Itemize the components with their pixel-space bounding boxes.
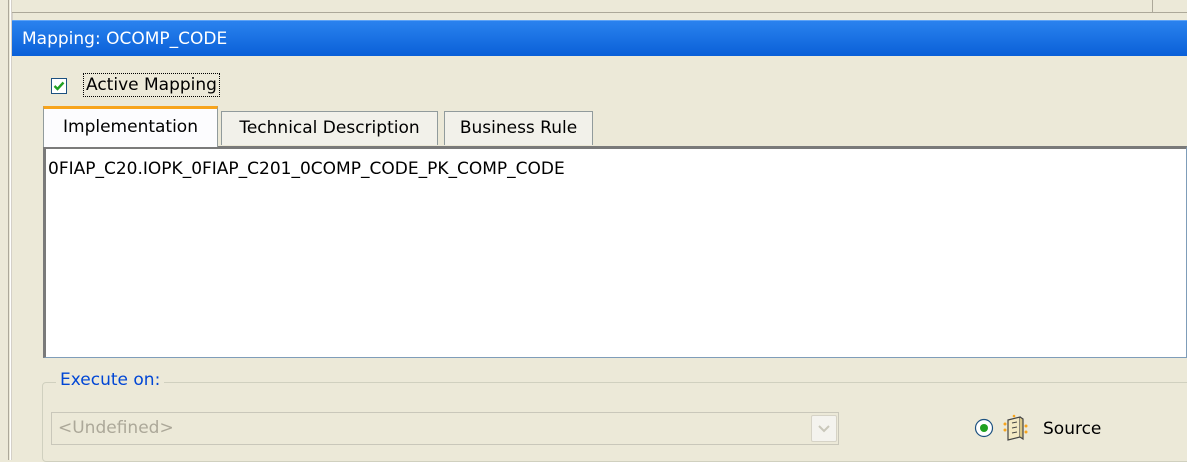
- execute-on-select-value: <Undefined>: [58, 418, 174, 438]
- mapping-title-bar: Mapping: OCOMP_CODE: [12, 20, 1187, 56]
- top-frame-edge: [12, 0, 1187, 13]
- checkmark-icon: [53, 81, 65, 91]
- source-table-icon: [1003, 414, 1028, 441]
- chevron-down-icon: [818, 425, 830, 433]
- source-radio[interactable]: [974, 418, 994, 438]
- tab-technical-description[interactable]: Technical Description: [221, 111, 438, 145]
- left-frame-edge: [0, 0, 9, 460]
- execute-on-legend: Execute on:: [56, 370, 165, 390]
- tab-implementation[interactable]: Implementation: [43, 106, 218, 147]
- dropdown-button[interactable]: [811, 415, 837, 442]
- implementation-text: 0FIAP_C20.IOPK_0FIAP_C201_0COMP_CODE_PK_…: [48, 159, 565, 179]
- active-mapping-checkbox[interactable]: [51, 78, 67, 94]
- active-mapping-label[interactable]: Active Mapping: [83, 73, 220, 97]
- tab-label: Technical Description: [239, 118, 420, 138]
- tab-label: Implementation: [63, 117, 198, 137]
- source-radio-label[interactable]: Source: [1043, 419, 1101, 439]
- mapping-title: Mapping: OCOMP_CODE: [22, 29, 228, 49]
- tab-business-rule[interactable]: Business Rule: [444, 111, 593, 145]
- tab-label: Business Rule: [459, 118, 578, 138]
